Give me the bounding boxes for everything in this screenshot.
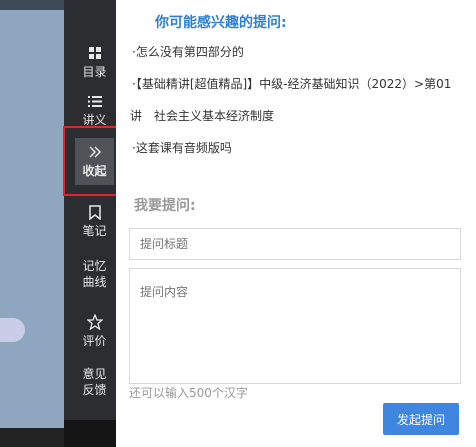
sidebar-item-label: 记忆 bbox=[82, 259, 107, 273]
ask-question-label: 我要提问: bbox=[134, 198, 196, 214]
sidebar-item-label: 意见 bbox=[82, 367, 107, 381]
sidebar-item-feedback[interactable]: 意见 反馈 bbox=[73, 366, 116, 398]
suggested-question-link[interactable]: ·怎么没有第四部分的 bbox=[132, 43, 244, 60]
sidebar-item-notes[interactable]: 笔记 bbox=[73, 203, 116, 239]
char-limit-hint: 还可以输入500个汉字 bbox=[129, 386, 248, 400]
suggested-question-link-continued[interactable]: 讲 社会主义基本经济制度 bbox=[130, 107, 274, 124]
video-overlay-pill bbox=[0, 318, 25, 342]
suggested-question-link[interactable]: ·这套课有音频版吗 bbox=[132, 139, 232, 156]
suggested-question-link[interactable]: ·【基础精讲[超值精品]】中级-经济基础知识（2022）>第01 bbox=[132, 75, 451, 92]
sidebar-item-label: 目录 bbox=[82, 65, 107, 79]
sidebar-item-label: 评价 bbox=[82, 334, 107, 348]
sidebar-item-memory-curve[interactable]: 记忆 曲线 bbox=[73, 258, 116, 290]
video-top-bar bbox=[0, 0, 73, 10]
sidebar-item-label: 反馈 bbox=[82, 383, 107, 397]
sidebar-item-label: 曲线 bbox=[82, 275, 107, 289]
highlight-box bbox=[63, 126, 122, 196]
video-player-area[interactable] bbox=[0, 0, 73, 447]
sidebar-item-review[interactable]: 评价 bbox=[73, 313, 116, 349]
sidebar-item-label: 笔记 bbox=[82, 224, 107, 238]
star-icon bbox=[86, 313, 103, 331]
question-content-input[interactable] bbox=[129, 268, 461, 384]
suggested-questions-heading: 你可能感兴趣的提问: bbox=[155, 15, 287, 31]
bookmark-icon bbox=[88, 203, 101, 221]
video-control-bar bbox=[0, 428, 73, 447]
sidebar-item-handout[interactable]: 讲义 bbox=[73, 92, 116, 128]
grid-icon bbox=[88, 44, 102, 62]
sidebar-bottom-strip bbox=[64, 420, 116, 447]
question-title-input[interactable] bbox=[129, 228, 461, 260]
submit-question-button[interactable]: 发起提问 bbox=[383, 403, 459, 435]
sidebar-item-catalog[interactable]: 目录 bbox=[73, 44, 116, 80]
list-icon bbox=[87, 92, 102, 110]
